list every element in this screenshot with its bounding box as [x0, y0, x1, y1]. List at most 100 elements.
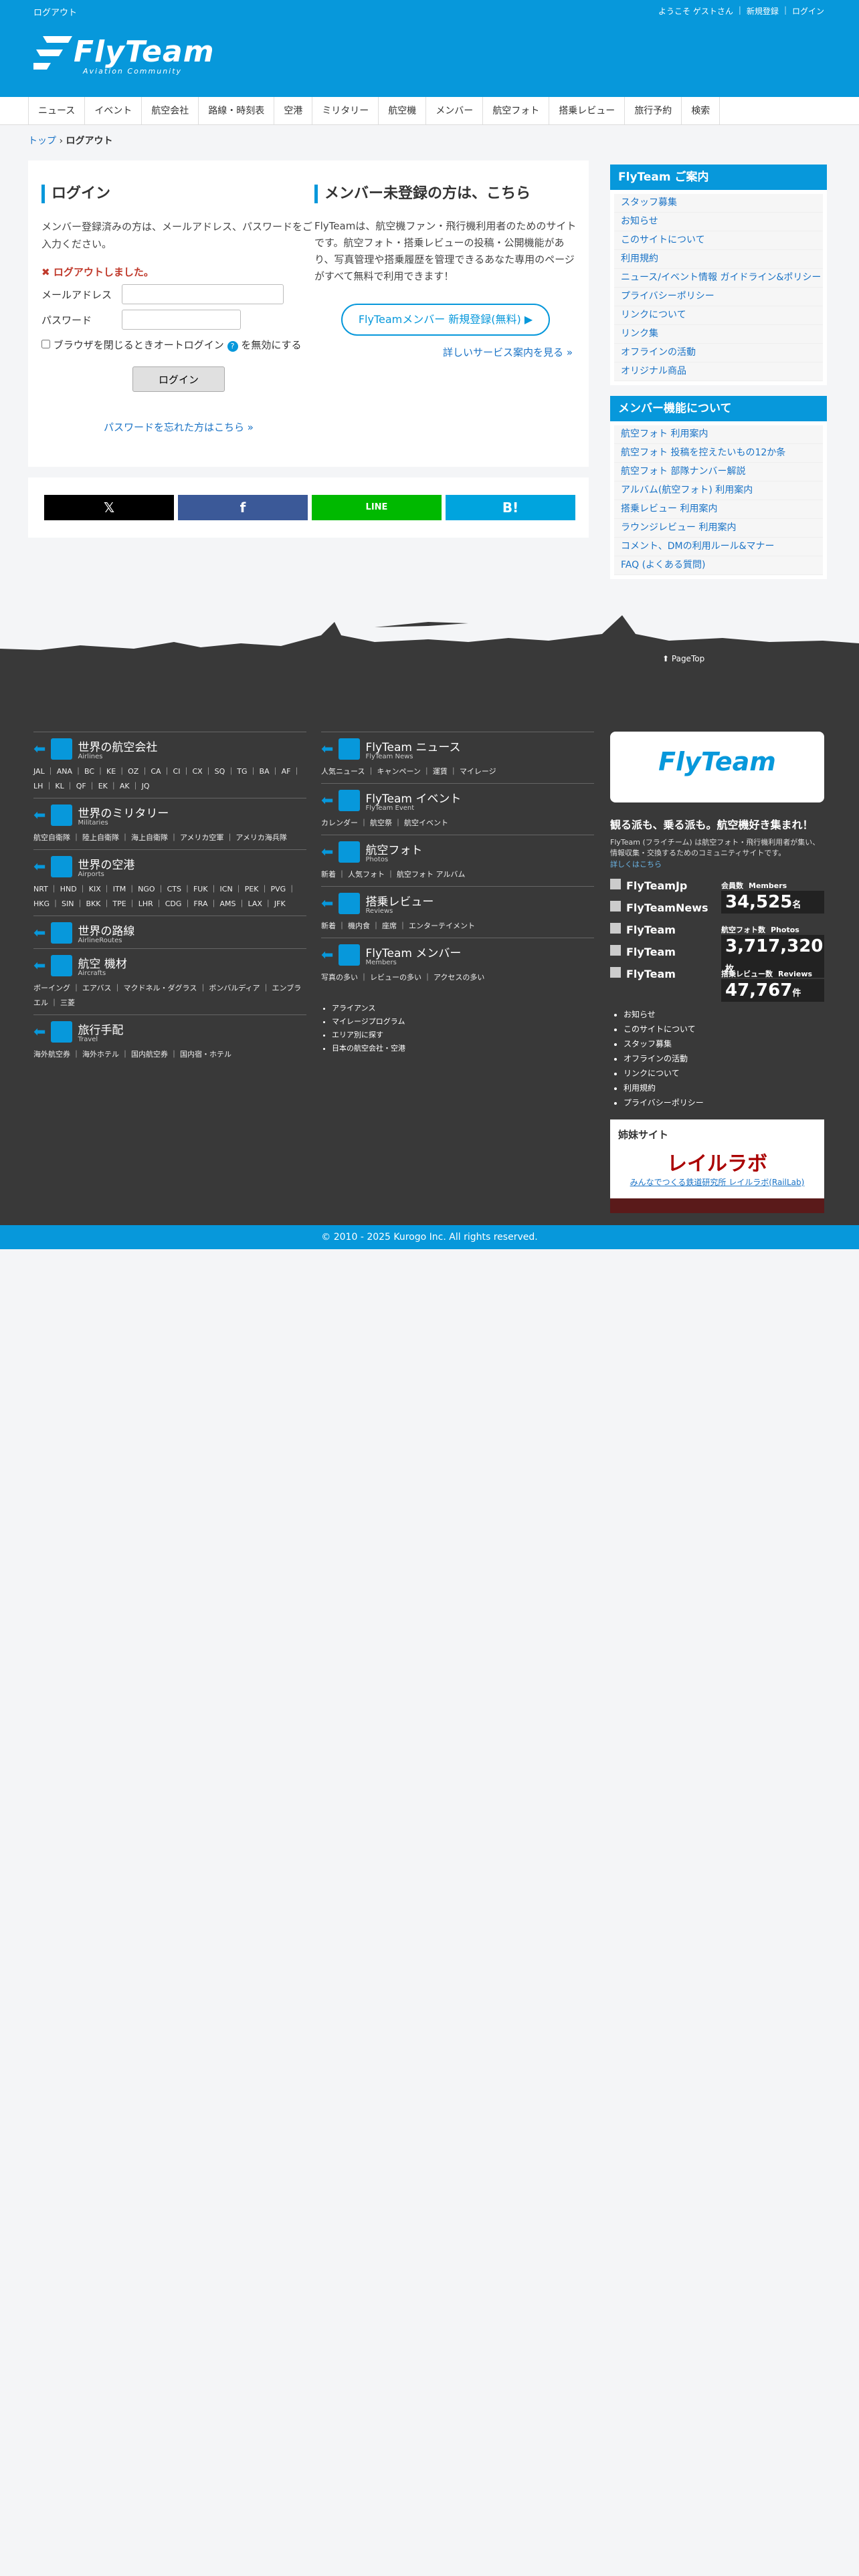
nav-item[interactable]: 航空機 [378, 97, 425, 125]
site-logo[interactable]: FlyTeam Aviation Community [33, 32, 214, 76]
footer-link[interactable]: リンクについて [624, 1066, 704, 1081]
raillab-link[interactable]: みんなでつくる鉄道研究所 レイルラボ(RailLab) [618, 1176, 816, 1188]
hatena-share-button[interactable]: B! [446, 495, 575, 520]
guide-link[interactable]: スタッフ募集 [614, 194, 823, 213]
stat-label: 航空フォト数 Photos [721, 926, 799, 934]
arrow-left-icon: ⬅ [33, 1023, 46, 1041]
member-guide-link[interactable]: 航空フォト 部隊ナンバー解説 [614, 463, 823, 481]
footer-section-title[interactable]: FlyTeam ニュース [365, 738, 460, 754]
logo-icon [33, 36, 72, 70]
register-description: FlyTeamは、航空機ファン・飛行機利用者のためのサイトです。航空フォト・搭乗… [314, 220, 577, 282]
footer-link[interactable]: エリア別に探す [332, 1029, 405, 1042]
footer-section-links[interactable]: 海外航空券 ｜ 海外ホテル ｜ 国内航空券 ｜ 国内宿・ホテル [33, 1047, 306, 1062]
footer-section-links[interactable]: 航空自衛隊 ｜ 陸上自衛隊 ｜ 海上自衛隊 ｜ アメリカ空軍 ｜ アメリカ海兵隊 [33, 831, 306, 845]
footer-section-links[interactable]: 写真の多い ｜ レビューの多い ｜ アクセスの多い [321, 970, 594, 985]
guide-link[interactable]: オリジナル商品 [614, 362, 823, 381]
section-icon [51, 1021, 73, 1043]
member-guide-link[interactable]: FAQ (よくある質問) [614, 556, 823, 575]
footer-section-title[interactable]: 搭乗レビュー [365, 892, 434, 909]
member-guide-link[interactable]: アルバム(航空フォト) 利用案内 [614, 481, 823, 500]
guide-link[interactable]: このサイトについて [614, 231, 823, 250]
site-header: ログアウト ようこそ ゲストさん | 新規登録 | ログイン FlyTeam Avi… [0, 0, 859, 97]
logout-link[interactable]: ログアウト [33, 5, 77, 18]
nav-item[interactable]: 旅行予約 [624, 97, 681, 125]
footer-logo[interactable]: FlyTeam [610, 732, 824, 802]
email-field[interactable] [122, 284, 284, 304]
section-icon [339, 841, 361, 863]
footer-link[interactable]: マイレージプログラム [332, 1015, 405, 1029]
service-info-link[interactable]: 詳しいサービス案内を見る [443, 346, 563, 358]
footer-section-links[interactable]: 新着 ｜ 人気フォト ｜ 航空フォト アルバム [321, 867, 594, 882]
guide-link[interactable]: リンクについて [614, 306, 823, 325]
pagetop-label: PageTop [671, 654, 705, 663]
footer-section-title[interactable]: 世界の航空会社 [78, 738, 157, 754]
footer-section-title[interactable]: 世界のミリタリー [78, 804, 169, 821]
footer-link[interactable]: プライバシーポリシー [624, 1095, 704, 1110]
footer-tagline: 観る派も、乗る派も。航空機好き集まれ！ [610, 819, 814, 831]
footer-link[interactable]: アライアンス [332, 1002, 405, 1015]
footer-section: ⬅ FlyTeam イベント FlyTeam Event カレンダー ｜ 航空祭 ｜ … [321, 783, 594, 835]
sister-site-title: 姉妹サイト [618, 1129, 669, 1141]
footer-section: ⬅ FlyTeam ニュース FlyTeam News 人気ニュース ｜ キャンペーン… [321, 732, 594, 783]
sister-site-box: 姉妹サイト レイルラボ みんなでつくる鉄道研究所 レイルラボ(RailLab) [610, 1119, 824, 1213]
nav-item[interactable]: 路線・時刻表 [198, 97, 274, 125]
footer-section-links[interactable]: NRT ｜ HND ｜ KIX ｜ ITM ｜ NGO ｜ CTS ｜ FUK … [33, 882, 306, 911]
nav-item[interactable]: 空港 [274, 97, 312, 125]
footer-link[interactable]: このサイトについて [624, 1022, 704, 1037]
guide-link[interactable]: お知らせ [614, 213, 823, 231]
nav-item[interactable]: ニュース [28, 97, 84, 125]
member-guide-link[interactable]: 航空フォト 投稿を控えたいもの12か条 [614, 444, 823, 463]
footer-link[interactable]: スタッフ募集 [624, 1037, 704, 1051]
footer-section-title[interactable]: FlyTeam メンバー [365, 944, 461, 960]
signup-link[interactable]: 新規登録 [747, 5, 779, 17]
nav-item[interactable]: メンバー [425, 97, 482, 125]
forgot-password-link[interactable]: パスワードを忘れた方はこちら [104, 421, 244, 433]
help-icon[interactable]: ? [227, 341, 238, 352]
footer-section-title[interactable]: 世界の空港 [78, 855, 134, 872]
footer-link[interactable]: お知らせ [624, 1007, 704, 1022]
footer-link[interactable]: オフラインの活動 [624, 1051, 704, 1066]
footer-section-title[interactable]: 旅行手配 [78, 1021, 123, 1037]
line-share-button[interactable]: LINE [312, 495, 442, 520]
footer-link[interactable]: 利用規約 [624, 1081, 704, 1095]
auto-login-checkbox[interactable] [41, 340, 50, 348]
guide-link[interactable]: プライバシーポリシー [614, 288, 823, 306]
footer-section-links[interactable]: JAL ｜ ANA ｜ BC ｜ KE ｜ OZ ｜ CA ｜ CI ｜ CX … [33, 764, 306, 794]
member-guide-link[interactable]: 航空フォト 利用案内 [614, 425, 823, 444]
footer-section-title[interactable]: FlyTeam イベント [365, 789, 461, 806]
social-icon [610, 901, 621, 911]
breadcrumb-top[interactable]: トップ [28, 136, 56, 146]
facebook-share-button[interactable]: f [178, 495, 308, 520]
login-link[interactable]: ログイン [792, 5, 824, 17]
footer-section-links[interactable]: 人気ニュース ｜ キャンペーン ｜ 運賃 ｜ マイレージ [321, 764, 594, 779]
guide-link[interactable]: ニュース/イベント情報 ガイドライン&ポリシー [614, 269, 823, 288]
guide-link[interactable]: リンク集 [614, 325, 823, 344]
nav-item[interactable]: 航空会社 [141, 97, 198, 125]
footer-section-title[interactable]: 航空 機材 [78, 954, 126, 971]
member-guide-link[interactable]: コメント、DMの利用ルール&マナー [614, 538, 823, 556]
login-button[interactable]: ログイン [132, 366, 225, 392]
x-share-button[interactable]: 𝕏 [44, 495, 174, 520]
footer-about-link[interactable]: 詳しくはこちら [610, 859, 824, 869]
nav-item[interactable]: 航空フォト [482, 97, 549, 125]
register-button[interactable]: FlyTeamメンバー 新規登録(無料) ▶ [341, 304, 550, 336]
guide-link[interactable]: 利用規約 [614, 250, 823, 269]
password-field[interactable] [122, 310, 241, 330]
footer-section-links[interactable]: 新着 ｜ 機内食 ｜ 座席 ｜ エンターテイメント [321, 919, 594, 934]
footer-section-links[interactable]: カレンダー ｜ 航空祭 ｜ 航空イベント [321, 816, 594, 831]
nav-item[interactable]: イベント [84, 97, 141, 125]
raillab-logo[interactable]: レイルラボ [618, 1147, 816, 1176]
nav-item[interactable]: ミリタリー [312, 97, 378, 125]
footer-link[interactable]: 日本の航空会社・空港 [332, 1042, 405, 1055]
footer-section: ⬅ 航空フォト Photos 新着 ｜ 人気フォト ｜ 航空フォト アルバム [321, 835, 594, 886]
nav-item[interactable]: 検索 [681, 97, 721, 125]
social-label: FlyTeamNews [626, 901, 708, 914]
pagetop-link[interactable]: ⬆ PageTop [662, 654, 704, 663]
footer-section-title[interactable]: 世界の路線 [78, 922, 134, 938]
member-guide-link[interactable]: 搭乗レビュー 利用案内 [614, 500, 823, 519]
nav-item[interactable]: 搭乗レビュー [549, 97, 624, 125]
guide-link[interactable]: オフラインの活動 [614, 344, 823, 362]
footer-section-links[interactable]: ボーイング ｜ エアバス ｜ マクドネル・ダグラス ｜ ボンバルディア ｜ エン… [33, 981, 306, 1010]
member-guide-link[interactable]: ラウンジレビュー 利用案内 [614, 519, 823, 538]
footer-section-title[interactable]: 航空フォト [365, 841, 422, 857]
